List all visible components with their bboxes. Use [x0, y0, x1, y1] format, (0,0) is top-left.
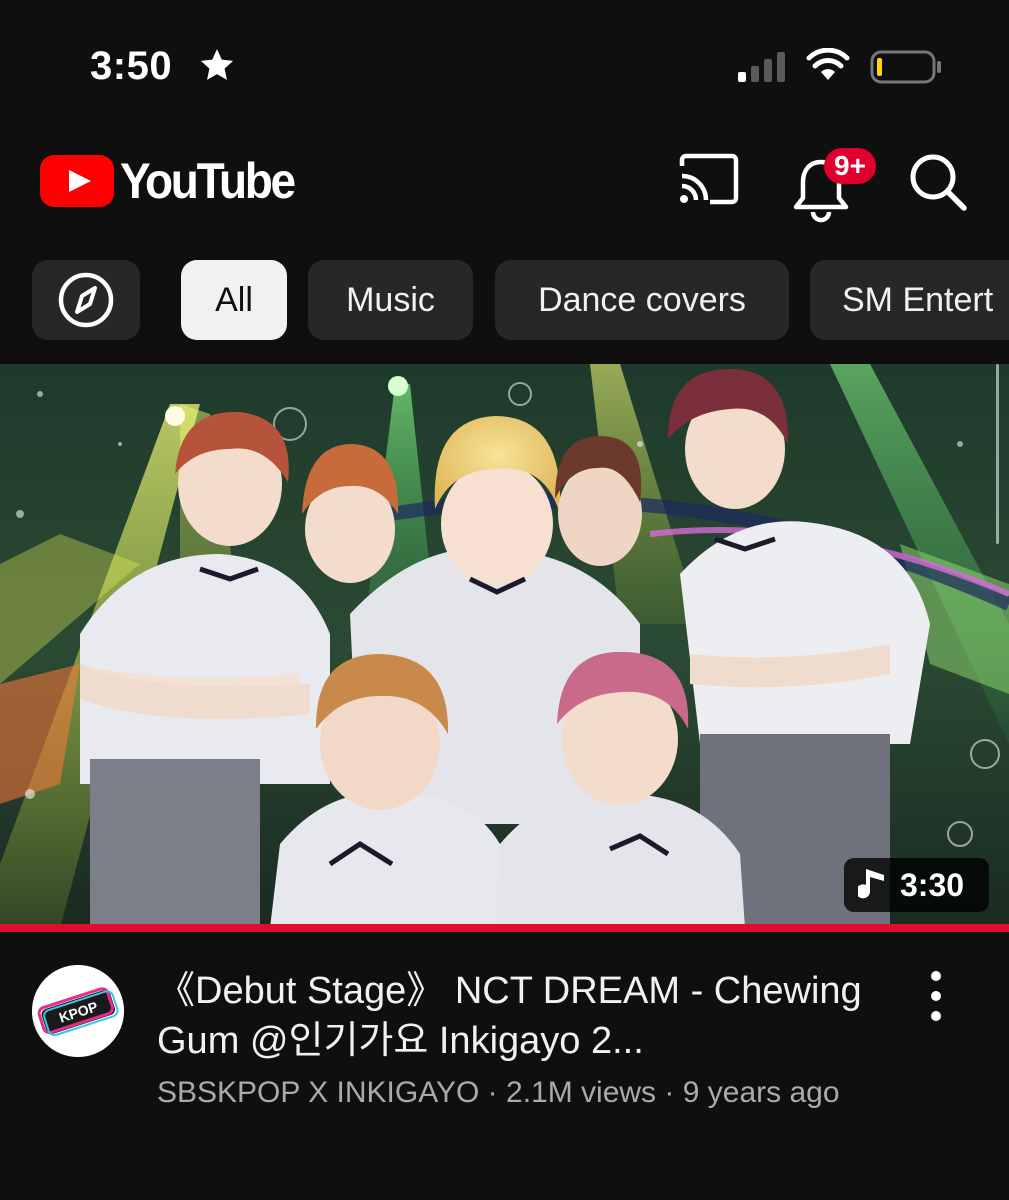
duration-text: 3:30 — [900, 866, 965, 903]
view-count: 2.1M views — [506, 1076, 657, 1109]
video-thumbnail[interactable] — [0, 364, 1009, 928]
battery-icon — [870, 50, 941, 84]
app-header: YouTube 9+ — [0, 130, 1009, 230]
watch-progress-bar — [0, 924, 1009, 932]
filter-chips: All Music Dance covers SM Entert — [0, 258, 1009, 342]
search-icon[interactable] — [906, 150, 968, 212]
status-time: 3:50 — [90, 44, 173, 88]
star-icon — [200, 49, 234, 80]
video-metadata: SBSKPOP X INKIGAYO · 2.1M views · 9 year… — [157, 1076, 840, 1110]
chip-all[interactable]: All — [181, 260, 287, 340]
cast-icon[interactable] — [678, 152, 740, 208]
notifications-button[interactable]: 9+ — [790, 148, 890, 223]
video-title[interactable]: 《Debut Stage》 NCT DREAM - Chewing Gum @인… — [157, 966, 897, 1066]
upload-age: 9 years ago — [682, 1076, 840, 1109]
scroll-indicator — [996, 364, 999, 544]
kpop-logo: KPOP — [32, 965, 124, 1057]
signal-icon — [738, 52, 785, 82]
wifi-icon — [806, 48, 850, 80]
youtube-logo[interactable]: YouTube — [40, 152, 309, 210]
explore-chip[interactable] — [32, 260, 140, 340]
chip-dance-covers[interactable]: Dance covers — [495, 260, 789, 340]
music-note-icon — [858, 869, 884, 899]
meta-separator: · — [656, 1076, 683, 1109]
meta-separator: · — [479, 1076, 507, 1109]
chip-music[interactable]: Music — [308, 260, 473, 340]
channel-name[interactable]: SBSKPOP X INKIGAYO — [157, 1076, 479, 1109]
logo-text: YouTube — [120, 153, 296, 209]
compass-icon — [58, 272, 114, 328]
youtube-play-icon — [40, 155, 114, 207]
thumbnail-image — [0, 364, 1009, 928]
channel-avatar[interactable]: KPOP — [32, 965, 124, 1057]
notification-badge: 9+ — [824, 148, 876, 184]
more-vertical-icon[interactable] — [916, 968, 956, 1024]
duration-badge: 3:30 — [844, 858, 989, 912]
status-bar: 3:50 — [0, 0, 1009, 130]
chip-sm-entertainment[interactable]: SM Entert — [810, 260, 1009, 340]
